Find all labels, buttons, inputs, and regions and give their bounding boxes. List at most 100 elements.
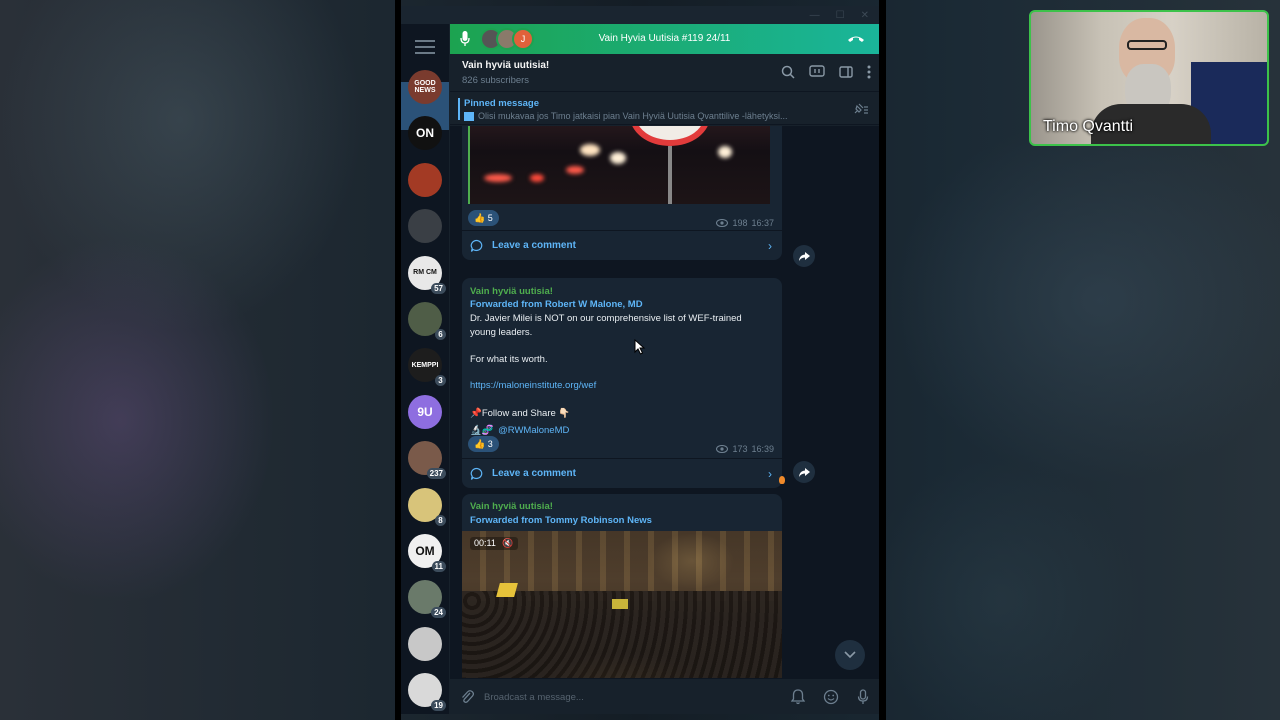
notification-bell-icon[interactable] [791, 689, 805, 705]
chat-header[interactable]: Vain hyviä uutisia! 826 subscribers [450, 54, 879, 92]
sidebar-toggle-icon[interactable] [839, 65, 853, 79]
message-composer [450, 678, 879, 714]
more-options-icon[interactable] [867, 65, 871, 79]
share-arrow-icon [798, 467, 810, 477]
composer-actions [791, 689, 869, 705]
live-stream-icon[interactable] [809, 65, 825, 79]
unread-badge: 11 [431, 561, 446, 572]
eye-icon [716, 445, 729, 453]
chat-avatar[interactable]: GOOD NEWS [408, 70, 442, 104]
minimize-icon[interactable]: — [810, 10, 820, 21]
chat-avatar[interactable]: 24 [408, 580, 446, 619]
close-icon[interactable]: ✕ [861, 10, 869, 21]
chat-avatar[interactable] [408, 162, 442, 197]
webcam-name-label: Timo Qvantti [1043, 118, 1134, 135]
reaction-badge[interactable]: 👍 3 [468, 436, 499, 452]
voice-message-icon[interactable] [857, 689, 869, 705]
hangup-icon[interactable] [847, 34, 865, 44]
chat-avatar[interactable]: OM 11 [408, 534, 446, 572]
message-image[interactable] [468, 126, 770, 204]
pinned-text: Olisi mukavaa jos Timo jatkaisi pian Vai… [464, 111, 834, 122]
forwarded-from[interactable]: Forwarded from Tommy Robinson News [470, 515, 652, 526]
mention-link[interactable]: @RWMaloneMD [498, 425, 569, 436]
bokeh-light [610, 152, 626, 164]
forwarded-from[interactable]: Forwarded from Robert W Malone, MD [470, 299, 643, 310]
leave-comment-label: Leave a comment [492, 468, 576, 479]
chevron-right-icon: › [768, 466, 772, 481]
chat-sidebar: GOOD NEWS ON RM CM 57 6 KEMPPI 3 9U 237 8 OM 11 24 19 [401, 24, 449, 714]
video-duration: 00:11 🔇 [470, 537, 518, 550]
follow-share-text: 📌Follow and Share 👇🏻 [470, 408, 571, 419]
chat-avatar[interactable]: 6 [408, 302, 446, 340]
message-1[interactable]: 👍 5 198 16:37 Leave a comment › [462, 126, 782, 260]
mute-icon[interactable]: 🔇 [502, 538, 513, 548]
subscriber-count: 826 subscribers [462, 75, 530, 86]
maximize-icon[interactable]: ☐ [836, 10, 845, 21]
chat-avatar[interactable]: KEMPPI 3 [408, 348, 446, 387]
leave-comment-button[interactable]: Leave a comment › [462, 230, 782, 260]
share-button[interactable] [793, 461, 815, 483]
bokeh-light [484, 174, 512, 182]
handle-emoji: 🔬🧬 [470, 425, 494, 436]
chat-avatar[interactable] [408, 626, 442, 661]
telegram-window: — ☐ ✕ GOOD NEWS ON RM CM 57 6 KEMPPI 3 9U 237 8 OM… [401, 6, 879, 714]
emoji-icon[interactable] [823, 689, 839, 705]
pinned-title: Pinned message [464, 98, 539, 109]
chat-avatar[interactable]: 237 [408, 441, 446, 480]
message-time: 16:37 [751, 218, 774, 228]
sign-pole [668, 146, 672, 204]
share-button[interactable] [793, 245, 815, 267]
share-arrow-icon [798, 251, 810, 261]
attach-icon[interactable] [460, 689, 474, 705]
chat-avatar[interactable]: RM CM 57 [408, 255, 446, 294]
chat-avatar-label: ON [416, 126, 434, 141]
group-call-bar[interactable]: J Vain Hyvia Uutisia #119 24/11 [450, 24, 879, 54]
pinned-message-bar[interactable]: Pinned message Olisi mukavaa jos Timo ja… [450, 93, 879, 125]
video-player[interactable]: 00:11 🔇 [462, 531, 782, 678]
message-3[interactable]: Vain hyviä uutisia! Forwarded from Tommy… [462, 494, 782, 678]
chat-avatar-label: RM CM [413, 269, 437, 277]
broadcast-input[interactable] [484, 687, 774, 707]
message-author[interactable]: Vain hyviä uutisia! [470, 501, 553, 512]
unread-badge: 24 [431, 607, 446, 619]
search-icon[interactable] [781, 65, 795, 79]
flag [612, 599, 628, 609]
bokeh-light [566, 166, 584, 174]
message-2[interactable]: Vain hyviä uutisia! Forwarded from Rober… [462, 278, 782, 488]
view-count: 173 [732, 444, 748, 454]
chat-avatar[interactable]: 19 [408, 673, 446, 712]
comment-icon [470, 467, 483, 480]
chevron-down-icon [844, 651, 856, 659]
mouse-cursor-icon [634, 339, 646, 355]
chat-avatar[interactable]: 8 [408, 487, 446, 526]
chat-avatar-label: 9U [417, 404, 433, 419]
chat-avatar[interactable] [408, 209, 442, 244]
message-list[interactable]: 👍 5 198 16:37 Leave a comment › Vain hyv… [450, 126, 879, 678]
view-count: 198 [732, 218, 748, 228]
scroll-to-bottom-button[interactable] [835, 640, 865, 670]
unread-badge: 6 [435, 329, 446, 340]
unread-badge: 237 [426, 468, 446, 480]
reaction-badge[interactable]: 👍 5 [468, 210, 499, 226]
message-text: Dr. Javier Milei is NOT on our comprehen… [470, 313, 742, 338]
pinned-accent-bar [458, 98, 460, 120]
chat-avatar-label: GOOD NEWS [414, 80, 436, 94]
pin-list-icon[interactable] [853, 103, 869, 115]
leave-comment-button[interactable]: Leave a comment › [462, 458, 782, 488]
bokeh-light [718, 146, 732, 158]
hamburger-menu-icon[interactable] [415, 40, 435, 54]
call-title: Vain Hyvia Uutisia #119 24/11 [598, 33, 731, 44]
window-titlebar: — ☐ ✕ [401, 6, 879, 24]
comment-icon [470, 239, 483, 252]
message-time: 16:39 [751, 444, 774, 454]
chat-avatar[interactable]: 9U [408, 394, 442, 429]
message-link[interactable]: https://maloneinstitute.org/wef [470, 380, 596, 391]
header-actions [781, 65, 871, 79]
chevron-right-icon: › [768, 238, 772, 253]
message-author[interactable]: Vain hyviä uutisia! [470, 286, 553, 297]
message-meta: 173 16:39 [716, 444, 774, 454]
unread-badge: 57 [431, 282, 446, 294]
channel-name[interactable]: Vain hyviä uutisia! [462, 60, 549, 71]
chat-avatar[interactable]: ON [408, 116, 442, 151]
fire-reaction-icon [779, 476, 785, 484]
